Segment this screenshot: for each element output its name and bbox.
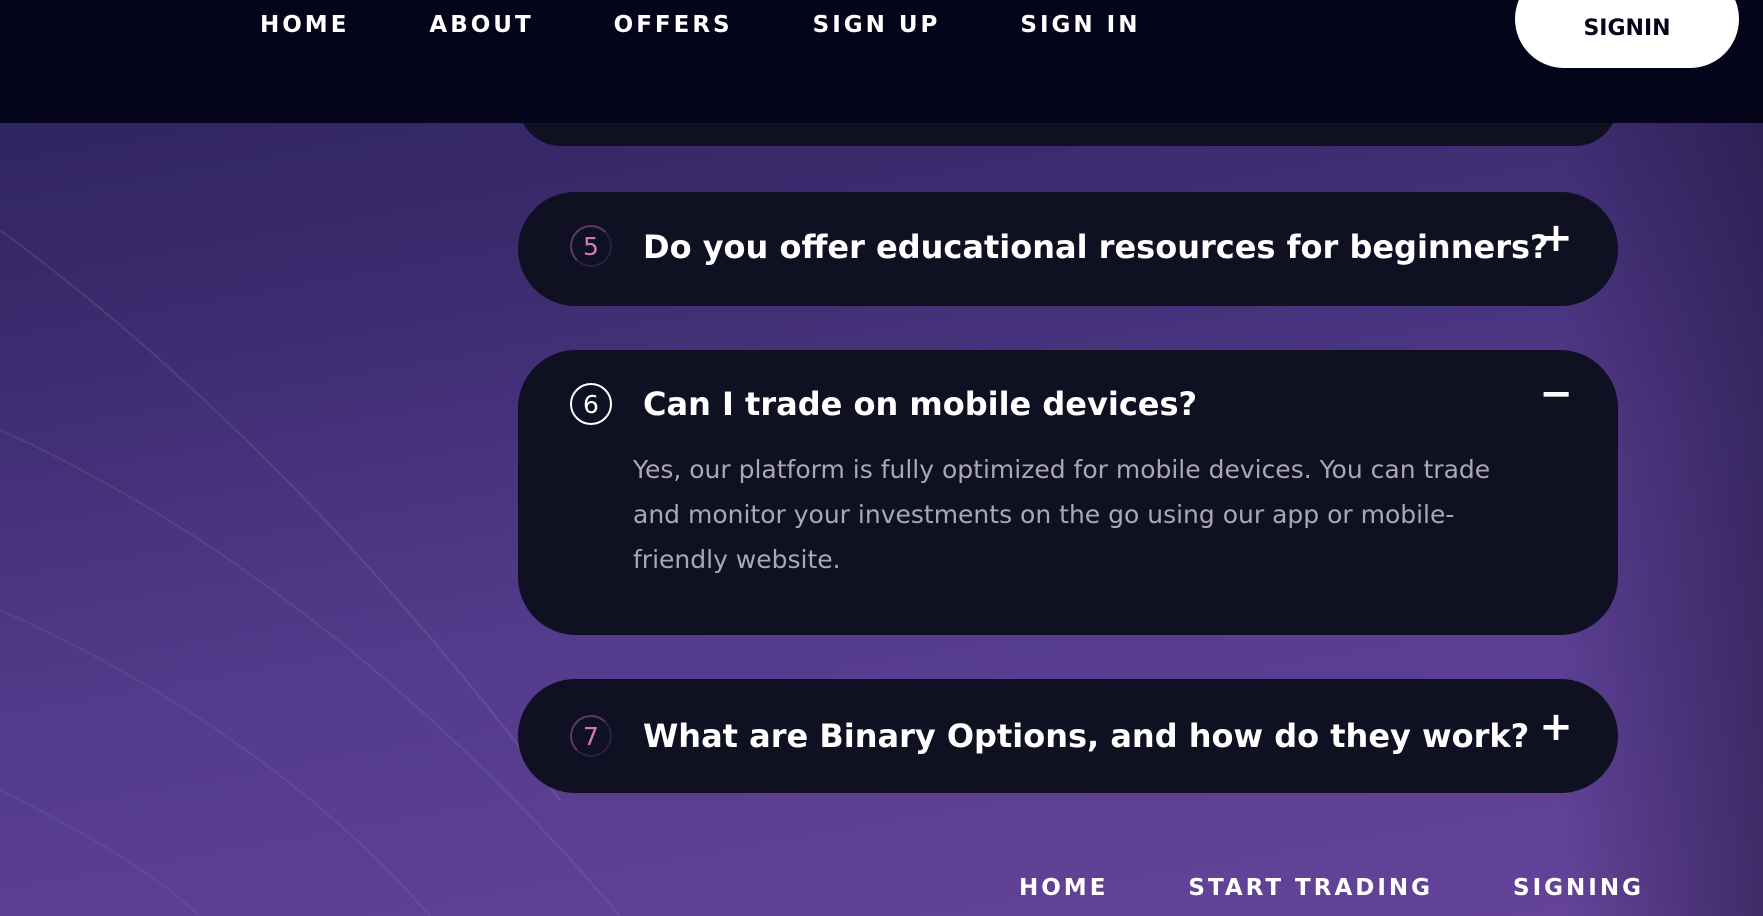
faq-question[interactable]: Can I trade on mobile devices? (643, 382, 1197, 426)
nav-about[interactable]: ABOUT (429, 9, 533, 41)
minus-icon[interactable]: − (1538, 374, 1574, 414)
faq-question[interactable]: What are Binary Options, and how do they… (643, 714, 1529, 758)
faq-number-badge: 6 (570, 383, 612, 425)
top-header: HOME ABOUT OFFERS SIGN UP SIGN IN SIGNIN (0, 0, 1763, 123)
nav-sign-in[interactable]: SIGN IN (1020, 9, 1140, 41)
footer-nav-home[interactable]: HOME (1019, 872, 1108, 904)
footer-nav-signing[interactable]: SIGNING (1513, 872, 1644, 904)
footer-nav: HOME START TRADING SIGNING (1019, 872, 1644, 904)
signin-button[interactable]: SIGNIN (1515, 0, 1739, 68)
faq-number-badge: 7 (570, 715, 612, 757)
plus-icon[interactable]: + (1538, 707, 1574, 747)
faq-question[interactable]: Do you offer educational resources for b… (643, 225, 1549, 269)
footer-nav-start-trading[interactable]: START TRADING (1188, 872, 1433, 904)
main-nav: HOME ABOUT OFFERS SIGN UP SIGN IN (260, 9, 1221, 41)
faq-number-badge: 5 (570, 225, 612, 267)
faq-item-5[interactable]: 5 Do you offer educational resources for… (518, 192, 1618, 306)
faq-item-7[interactable]: 7 What are Binary Options, and how do th… (518, 679, 1618, 793)
nav-offers[interactable]: OFFERS (614, 9, 733, 41)
nav-home[interactable]: HOME (260, 9, 349, 41)
plus-icon[interactable]: + (1538, 218, 1574, 258)
nav-sign-up[interactable]: SIGN UP (813, 9, 941, 41)
faq-answer: Yes, our platform is fully optimized for… (633, 455, 1491, 574)
faq-item-6[interactable]: 6 Can I trade on mobile devices? − Yes, … (518, 350, 1618, 635)
